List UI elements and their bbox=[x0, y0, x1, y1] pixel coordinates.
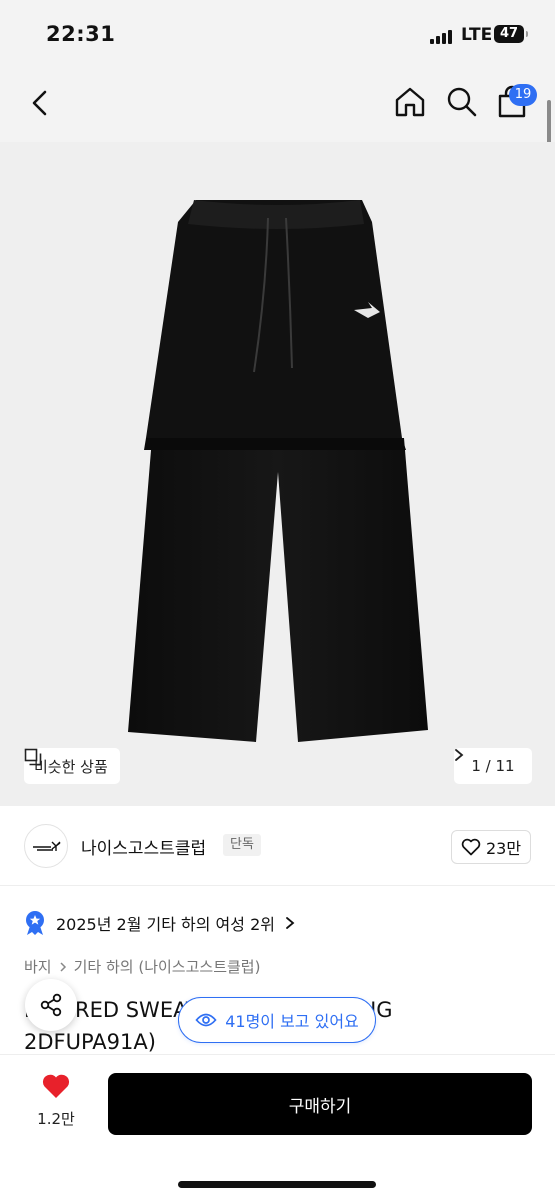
heart-outline-icon bbox=[461, 838, 481, 856]
similar-icon bbox=[24, 748, 42, 766]
home-indicator bbox=[178, 1181, 376, 1188]
brand-like-count: 23만 bbox=[485, 839, 522, 858]
ranking-row[interactable]: 2025년 2월 기타 하의 여성 2위 bbox=[24, 908, 295, 938]
breadcrumb-level2[interactable]: 기타 하의 (나이스고스트클럽) bbox=[74, 956, 261, 977]
heart-filled-icon bbox=[42, 1074, 70, 1098]
buy-button[interactable]: 구매하기 bbox=[108, 1073, 532, 1135]
viewer-count-text: 41명이 보고 있어요 bbox=[225, 1012, 359, 1031]
pants-illustration bbox=[128, 200, 428, 742]
chevron-right-icon bbox=[455, 749, 464, 761]
product-image[interactable]: 비슷한 상품 1 / 11 bbox=[0, 142, 555, 806]
breadcrumb: 바지 기타 하의 (나이스고스트클럽) bbox=[24, 956, 260, 977]
ranking-text: 2025년 2월 기타 하의 여성 2위 bbox=[56, 915, 275, 934]
status-bar: 22:31 LTE 47 bbox=[0, 0, 555, 66]
home-icon[interactable] bbox=[392, 84, 428, 120]
brand-row: 나이스고스트클럽 단독 23만 bbox=[0, 806, 555, 886]
brand-like-button[interactable]: 23만 bbox=[451, 830, 531, 864]
eye-icon bbox=[195, 1013, 217, 1027]
brand-name[interactable]: 나이스고스트클럽 bbox=[81, 834, 206, 859]
back-icon[interactable] bbox=[24, 86, 58, 120]
exclusive-tag: 단독 bbox=[223, 834, 261, 856]
nav-header bbox=[0, 66, 555, 142]
network-label: LTE bbox=[461, 25, 493, 45]
wish-count: 1.2만 bbox=[37, 1110, 75, 1128]
brand-logo-icon bbox=[33, 841, 61, 851]
viewer-count-pill: 41명이 보고 있어요 bbox=[178, 997, 376, 1043]
status-time: 22:31 bbox=[46, 22, 116, 46]
similar-products-button[interactable]: 비슷한 상품 bbox=[24, 748, 120, 784]
share-button[interactable] bbox=[25, 979, 77, 1031]
brand-logo[interactable] bbox=[24, 824, 68, 868]
breadcrumb-level1[interactable]: 바지 bbox=[24, 956, 52, 977]
chevron-right-icon bbox=[286, 917, 295, 929]
image-pager[interactable]: 1 / 11 bbox=[454, 748, 532, 784]
battery-icon: 47 bbox=[494, 25, 528, 43]
chevron-right-icon bbox=[60, 961, 66, 972]
rank-badge-icon bbox=[26, 911, 44, 935]
wish-button[interactable]: 1.2만 bbox=[24, 1073, 88, 1137]
share-icon bbox=[40, 993, 62, 1017]
signal-icon bbox=[430, 28, 456, 44]
similar-label: 비슷한 상품 bbox=[34, 757, 108, 776]
bottom-action-bar: 1.2만 구매하기 bbox=[0, 1054, 555, 1200]
cart-count-badge: 19 bbox=[509, 84, 537, 106]
search-icon[interactable] bbox=[444, 84, 480, 120]
pager-text: 1 / 11 bbox=[471, 757, 515, 775]
